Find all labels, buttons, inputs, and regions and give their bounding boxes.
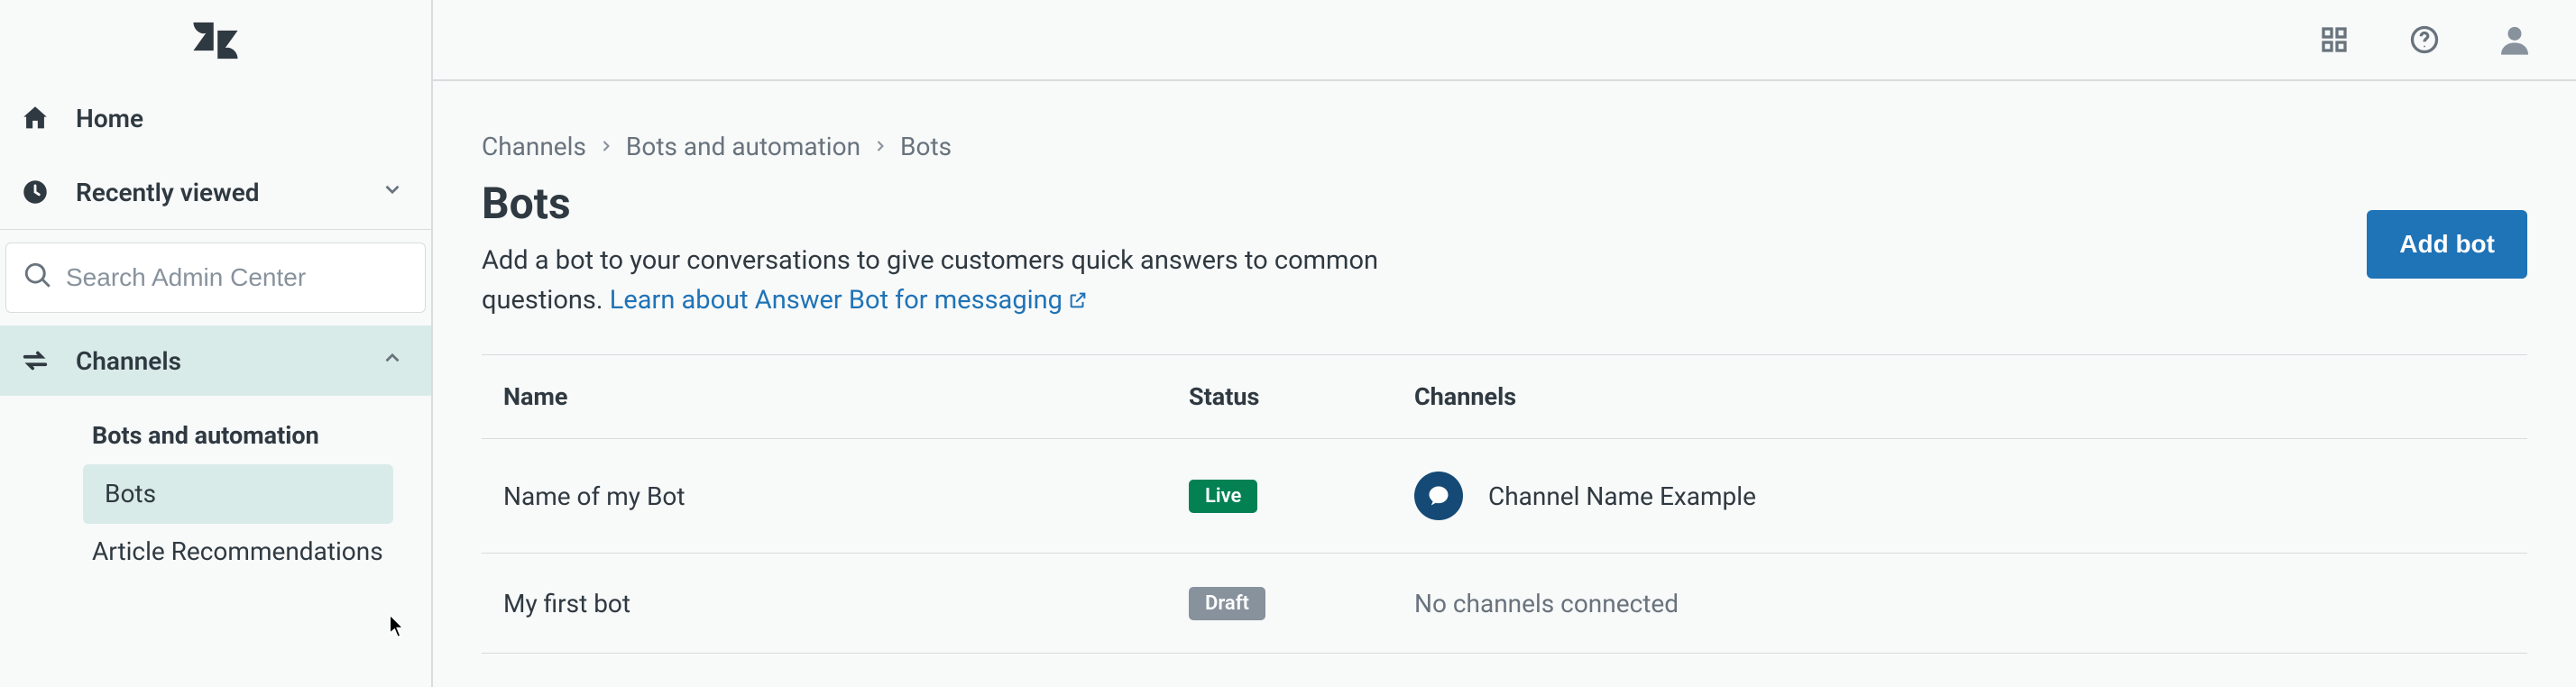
profile-icon[interactable]: [2497, 22, 2533, 58]
status-badge: Live: [1189, 480, 1257, 513]
no-channels-text: No channels connected: [1414, 589, 1679, 618]
bots-table: Name Status Channels Name of my Bot Live…: [482, 354, 2527, 654]
sidebar: Home Recently viewed: [0, 0, 433, 687]
cursor-icon: [390, 615, 406, 638]
channels-icon: [20, 345, 51, 376]
table-row[interactable]: My first bot Draft No channels connected: [482, 554, 2527, 654]
nav-section-channels-label: Channels: [76, 346, 181, 376]
nav-group-bots-automation[interactable]: Bots and automation: [0, 410, 431, 461]
add-bot-button[interactable]: Add bot: [2367, 210, 2527, 279]
col-name: Name: [503, 382, 1189, 411]
table-header: Name Status Channels: [482, 354, 2527, 439]
zendesk-logo[interactable]: [0, 0, 431, 81]
bot-name: My first bot: [503, 589, 1189, 618]
page-description: Add a bot to your conversations to give …: [482, 242, 1429, 322]
nav-home[interactable]: Home: [0, 81, 431, 155]
learn-link[interactable]: Learn about Answer Bot for messaging: [610, 285, 1088, 316]
main: Channels Bots and automation Bots Bots A…: [433, 0, 2576, 687]
table-row[interactable]: Name of my Bot Live Channel Name Example: [482, 439, 2527, 554]
breadcrumb-bots-automation[interactable]: Bots and automation: [626, 132, 860, 161]
external-link-icon: [1068, 283, 1088, 323]
chevron-right-icon: [597, 132, 615, 161]
clock-icon: [20, 177, 51, 207]
breadcrumb-bots[interactable]: Bots: [900, 132, 952, 161]
search-icon: [23, 261, 66, 295]
nav-home-label: Home: [76, 104, 143, 133]
col-status: Status: [1189, 382, 1414, 411]
breadcrumb: Channels Bots and automation Bots: [482, 132, 2527, 161]
nav-recently-viewed-label: Recently viewed: [76, 178, 260, 207]
topbar: [433, 0, 2576, 81]
page-title: Bots: [482, 178, 2331, 229]
bot-name: Name of my Bot: [503, 481, 1189, 511]
channel-icon: [1414, 472, 1463, 520]
learn-link-text: Learn about Answer Bot for messaging: [610, 285, 1063, 316]
nav-item-article-recommendations[interactable]: Article Recommendations: [0, 527, 431, 576]
apps-icon[interactable]: [2316, 22, 2352, 58]
nav-section-channels[interactable]: Channels: [0, 325, 431, 396]
help-icon[interactable]: [2406, 22, 2443, 58]
channel-name: Channel Name Example: [1488, 481, 1756, 511]
nav-recently-viewed[interactable]: Recently viewed: [0, 155, 431, 229]
breadcrumb-channels[interactable]: Channels: [482, 132, 586, 161]
search-input[interactable]: [66, 263, 409, 292]
col-channels: Channels: [1414, 382, 2506, 411]
home-icon: [20, 103, 51, 133]
chevron-right-icon: [871, 132, 889, 161]
nav-item-bots[interactable]: Bots: [83, 464, 393, 524]
search-admin-center[interactable]: [5, 243, 426, 313]
status-badge: Draft: [1189, 587, 1265, 620]
chevron-down-icon: [381, 178, 404, 207]
chevron-up-icon: [381, 346, 404, 376]
